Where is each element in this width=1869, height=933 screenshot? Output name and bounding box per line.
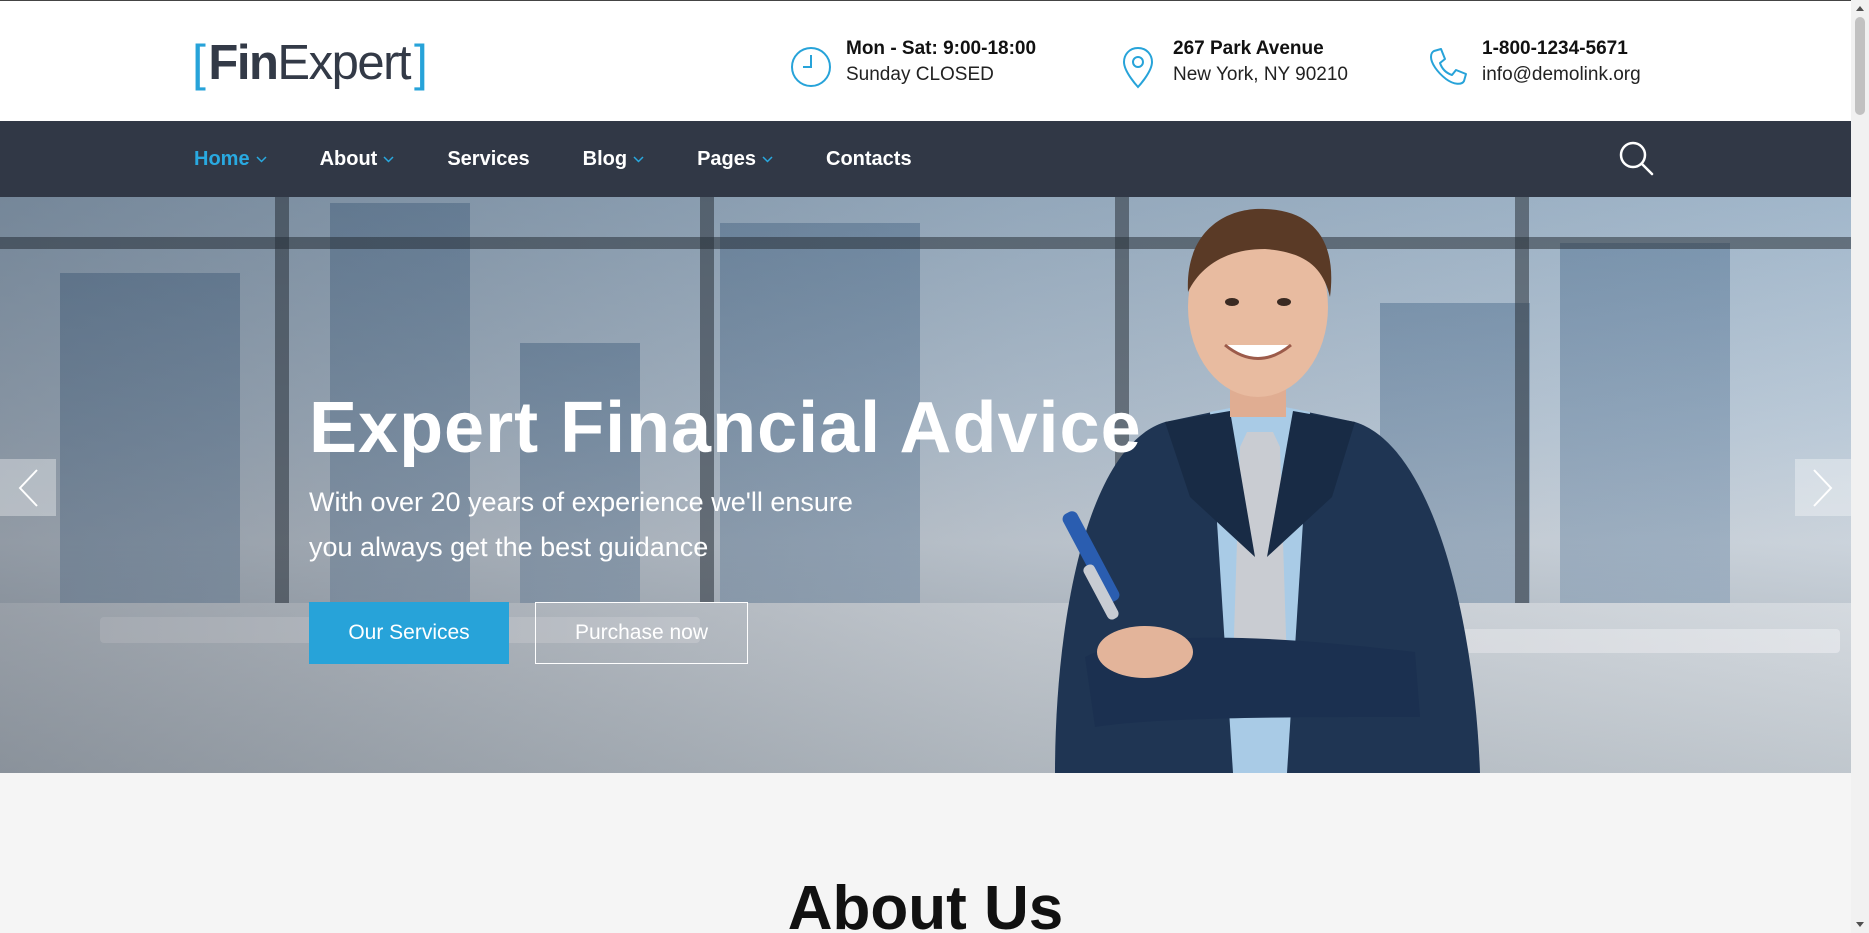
location-pin-icon [1122, 46, 1154, 89]
nav-item-contacts[interactable]: Contacts [826, 148, 912, 171]
scroll-up-button[interactable] [1851, 0, 1869, 17]
contact-phone[interactable]: 1-800-1234-5671 [1482, 37, 1641, 61]
phone-icon [1430, 48, 1467, 85]
hero-slider: Expert Financial Advice With over 20 yea… [0, 197, 1851, 773]
page-scrollbar[interactable] [1851, 0, 1869, 933]
chevron-down-icon [256, 155, 267, 163]
nav-item-label: Pages [697, 147, 757, 170]
chevron-down-icon [633, 155, 644, 163]
main-nav: Home About Services Blog Pages Contacts [0, 121, 1851, 197]
top-header: [ Fin Expert ] Mon - Sat: 9:00-18:00 Sun… [0, 0, 1851, 121]
logo-bracket-left: [ [192, 35, 206, 91]
about-section: About Us [0, 773, 1851, 933]
scroll-down-button[interactable] [1851, 916, 1869, 933]
slider-next-button[interactable] [1795, 459, 1851, 516]
nav-item-pages[interactable]: Pages [697, 148, 773, 171]
address-street: 267 Park Avenue [1173, 38, 1324, 59]
hero-title: Expert Financial Advice [309, 388, 1142, 468]
clock-icon [791, 47, 831, 87]
nav-item-services[interactable]: Services [447, 148, 529, 171]
nav-item-about[interactable]: About [320, 148, 395, 171]
hero-overlay [0, 197, 1851, 773]
nav-item-home[interactable]: Home [194, 148, 267, 171]
businessman-image [1055, 208, 1480, 773]
purchase-now-button[interactable]: Purchase now [535, 602, 748, 664]
nav-item-label: Services [447, 147, 530, 170]
logo[interactable]: [ Fin Expert ] [192, 35, 428, 91]
about-title: About Us [787, 874, 1064, 933]
nav-item-label: About [319, 147, 378, 170]
contact-info: 1-800-1234-5671 info@demolink.org [1424, 37, 1641, 90]
nav-item-label: Home [194, 147, 250, 170]
hero-subtitle-line: With over 20 years of experience we'll e… [309, 487, 853, 517]
chevron-left-icon [18, 468, 38, 507]
scroll-thumb[interactable] [1855, 17, 1865, 115]
hours-weekdays: Mon - Sat: 9:00-18:00 [846, 38, 1037, 59]
hero-subtitle-line: you always get the best guidance [309, 532, 709, 562]
logo-bracket-right: ] [414, 35, 428, 91]
contact-email[interactable]: info@demolink.org [1482, 61, 1641, 89]
logo-expert: Expert [277, 36, 411, 90]
our-services-button[interactable]: Our Services [309, 602, 509, 664]
arrow-up-icon [1856, 6, 1864, 11]
hours-info: Mon - Sat: 9:00-18:00 Sunday CLOSED [788, 37, 1036, 90]
address-city: New York, NY 90210 [1173, 64, 1348, 85]
chevron-down-icon [383, 155, 394, 163]
search-icon[interactable] [1617, 139, 1655, 177]
slider-prev-button[interactable] [0, 459, 56, 516]
chevron-down-icon [762, 155, 773, 163]
nav-item-label: Blog [582, 147, 628, 170]
logo-fin: Fin [208, 36, 278, 90]
hours-sunday: Sunday CLOSED [846, 64, 994, 85]
nav-item-label: Contacts [826, 147, 912, 170]
address-info: 267 Park Avenue New York, NY 90210 [1115, 37, 1348, 90]
arrow-down-icon [1856, 922, 1864, 927]
hero-subtitle: With over 20 years of experience we'll e… [309, 480, 909, 570]
nav-item-blog[interactable]: Blog [583, 148, 644, 171]
chevron-right-icon [1813, 468, 1833, 507]
